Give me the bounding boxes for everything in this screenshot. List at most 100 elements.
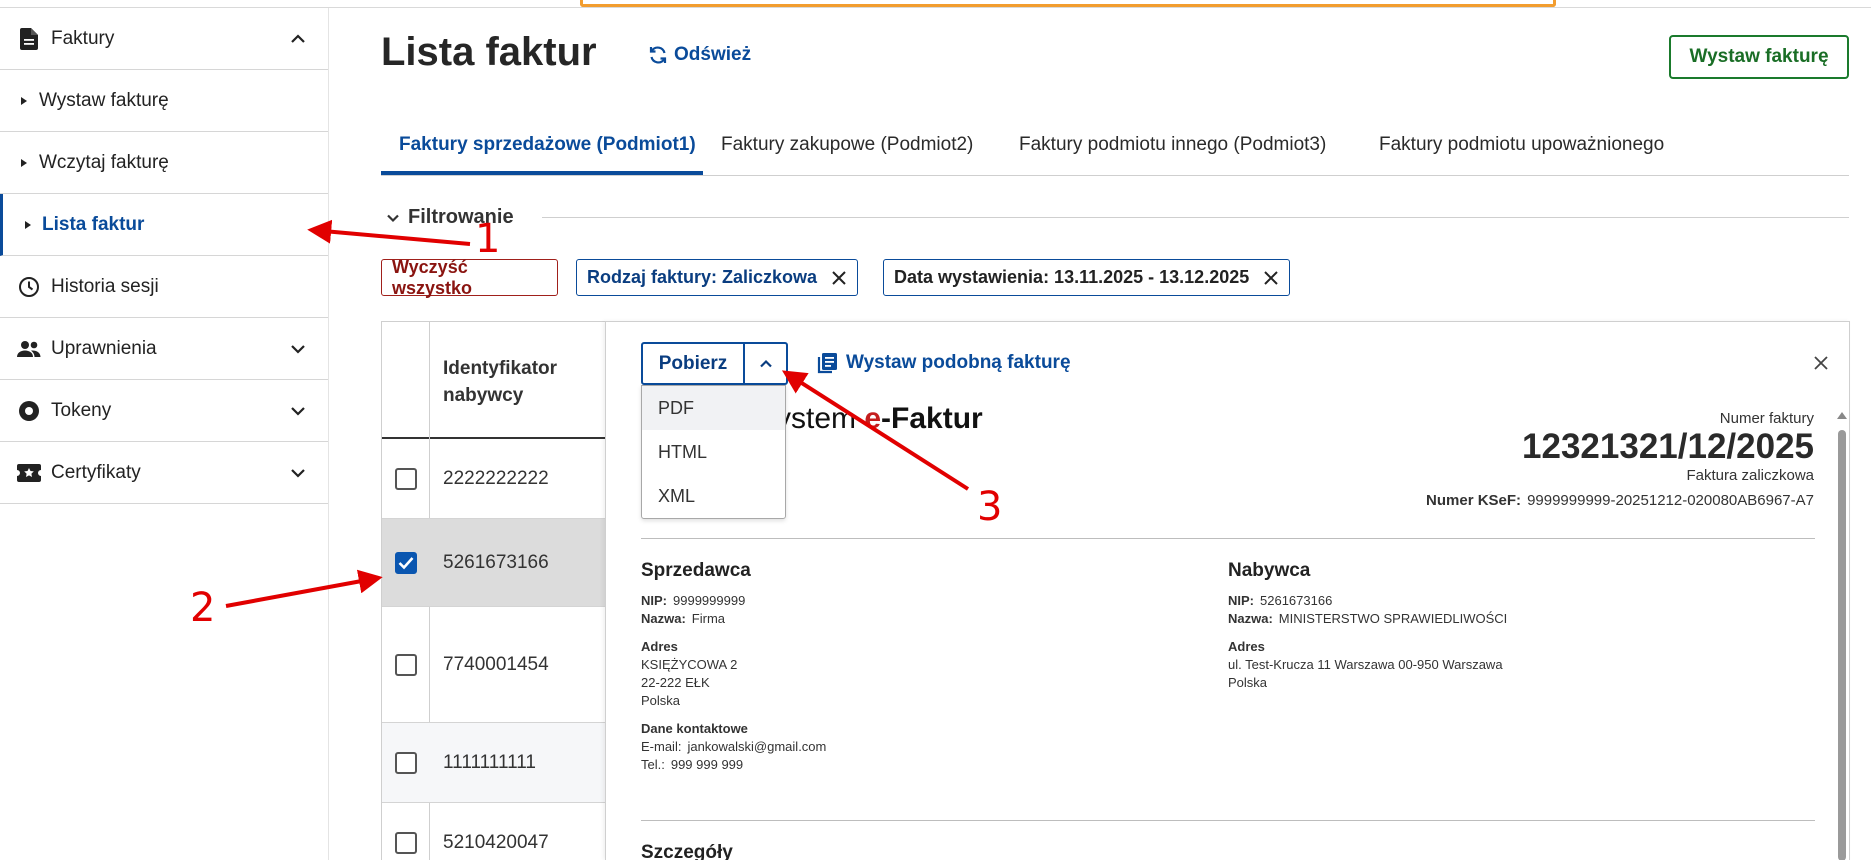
field-label: Nazwa: <box>1228 611 1273 626</box>
sidebar-item-label: Certyfikaty <box>51 461 141 483</box>
ksef-value: 9999999999-20251212-020080AB6967-A7 <box>1527 492 1814 509</box>
table-row[interactable]: 1111111111 <box>382 723 612 803</box>
address-line: 22-222 EŁK <box>641 675 710 690</box>
annotation-label-1: 1 <box>475 216 501 262</box>
close-icon[interactable] <box>1263 270 1279 286</box>
field-value: Firma <box>691 611 726 626</box>
issue-similar-invoice-link[interactable]: Wystaw podobną fakturę <box>816 352 1071 374</box>
address-line: Polska <box>1228 675 1268 690</box>
logo-text: ystem <box>776 402 865 435</box>
ksef-number: Numer KSeF: 9999999999-20251212-020080AB6… <box>1426 492 1814 509</box>
sidebar: Faktury Wystaw fakturę Wczytaj fakturę L… <box>0 8 329 860</box>
tab-sales[interactable]: Faktury sprzedażowe (Podmiot1) <box>399 134 696 156</box>
document-icon <box>17 27 41 51</box>
sidebar-item-wystaw-fakture[interactable]: Wystaw fakturę <box>0 70 328 132</box>
users-icon <box>17 337 41 361</box>
sidebar-item-label: Lista faktur <box>42 213 145 235</box>
field-label: Tel.: <box>641 757 665 772</box>
highlight-frame <box>580 0 1556 7</box>
sidebar-item-lista-faktur[interactable]: Lista faktur <box>0 194 328 256</box>
buyer-id-cell: 2222222222 <box>443 467 549 489</box>
download-button[interactable]: Pobierz <box>643 344 745 383</box>
chevron-up-icon <box>291 33 305 43</box>
field-value: 5261673166 <box>1260 593 1333 608</box>
copy-document-icon <box>817 353 837 374</box>
chevron-up-icon <box>759 359 772 367</box>
seller-email: E-mail: jankowalski@gmail.com <box>641 738 826 756</box>
download-format-menu: PDF HTML XML <box>641 385 786 519</box>
address-line: KSIĘŻYCOWA 2 <box>641 657 738 672</box>
menu-item-xml[interactable]: XML <box>642 474 785 518</box>
menu-item-html[interactable]: HTML <box>642 430 785 474</box>
seller-title: Sprzedawca <box>641 560 751 581</box>
caret-right-icon <box>25 220 31 229</box>
address-line: Polska <box>641 693 681 708</box>
table-row[interactable]: 5261673166 <box>382 519 612 607</box>
column-header-buyer-id[interactable]: Identyfikator nabywcy <box>443 355 557 409</box>
refresh-icon <box>649 46 667 64</box>
buyer-section: Nabywca NIP: 5261673166 Nazwa: MINISTERSTW… <box>1228 560 1507 692</box>
seller-nip: NIP: 9999999999 <box>641 592 826 610</box>
buyer-title: Nabywca <box>1228 560 1311 581</box>
row-checkbox[interactable] <box>395 551 417 574</box>
download-menu-toggle[interactable] <box>745 344 786 383</box>
sidebar-item-label: Tokeny <box>51 399 112 421</box>
row-checkbox[interactable] <box>395 832 417 854</box>
close-icon[interactable] <box>1813 355 1829 371</box>
sidebar-item-wczytaj-fakture[interactable]: Wczytaj fakturę <box>0 132 328 194</box>
invoice-meta: Numer faktury 12321321/12/2025 Faktura z… <box>1426 410 1814 509</box>
table-row[interactable]: 5210420047 <box>382 803 612 860</box>
issue-invoice-button[interactable]: Wystaw fakturę <box>1669 35 1849 79</box>
filter-chip-issue-date[interactable]: Data wystawienia: 13.11.2025 - 13.12.202… <box>883 259 1291 296</box>
certificate-icon <box>17 461 41 485</box>
field-value: 9999999999 <box>673 593 746 608</box>
buyer-id-cell: 1111111111 <box>443 751 536 773</box>
buyer-id-cell: 5210420047 <box>443 832 549 853</box>
sidebar-item-certyfikaty[interactable]: Certyfikaty <box>0 442 328 504</box>
tab-purchase[interactable]: Faktury zakupowe (Podmiot2) <box>721 134 973 156</box>
column-header-line: Identyfikator <box>443 358 558 379</box>
annotation-arrow-1 <box>307 219 471 246</box>
row-checkbox[interactable] <box>395 467 417 490</box>
scroll-up-arrow-icon[interactable] <box>1837 412 1847 419</box>
sidebar-item-historia-sesji[interactable]: Historia sesji <box>0 256 328 318</box>
filter-chip-invoice-type[interactable]: Rodzaj faktury: Zaliczkowa <box>576 259 859 296</box>
menu-item-pdf[interactable]: PDF <box>642 386 785 430</box>
field-value: jankowalski@gmail.com <box>687 739 827 754</box>
table-row[interactable]: 7740001454 <box>382 607 612 723</box>
tab-other-entity[interactable]: Faktury podmiotu innego (Podmiot3) <box>1019 134 1326 156</box>
field-label: NIP: <box>1228 593 1254 608</box>
seller-contact-label: Dane kontaktowe <box>641 721 748 736</box>
row-checkbox[interactable] <box>395 653 417 676</box>
close-icon[interactable] <box>831 270 847 286</box>
sidebar-item-uprawnienia[interactable]: Uprawnienia <box>0 318 328 380</box>
tab-authorized-entity[interactable]: Faktury podmiotu upoważnionego <box>1379 134 1664 156</box>
ksef-label: Numer KSeF: <box>1426 492 1522 509</box>
row-checkbox[interactable] <box>395 751 417 774</box>
buyer-id-cell: 7740001454 <box>443 653 549 675</box>
scroll-thumb[interactable] <box>1838 430 1846 860</box>
seller-section: Sprzedawca NIP: 9999999999 Nazwa: Firma Ad… <box>641 560 826 774</box>
sidebar-item-faktury[interactable]: Faktury <box>0 8 328 70</box>
sidebar-item-tokeny[interactable]: Tokeny <box>0 380 328 442</box>
caret-right-icon <box>21 158 27 167</box>
sidebar-item-label: Faktury <box>51 27 115 49</box>
invoice-number: 12321321/12/2025 <box>1522 427 1814 466</box>
sidebar-item-label: Uprawnienia <box>51 337 157 359</box>
field-value: 999 999 999 <box>670 757 744 772</box>
preview-scrollbar[interactable] <box>1835 412 1849 860</box>
sidebar-item-label: Wystaw fakturę <box>39 89 169 111</box>
check-icon <box>398 556 414 569</box>
caret-right-icon <box>21 96 27 105</box>
clear-filters-button[interactable]: Wyczyść wszystko <box>381 257 558 298</box>
invoice-preview-panel: Pobierz PDF HTML XML Wystaw podobną fakt… <box>605 321 1850 860</box>
table-row[interactable]: 2222222222 <box>382 439 612 519</box>
annotation-label-3: 3 <box>977 484 1003 530</box>
invoice-number-label: Numer faktury <box>1719 410 1814 427</box>
refresh-button[interactable]: Odśwież <box>648 44 751 66</box>
logo-text-accent: e <box>864 402 882 435</box>
system-logo: ystem e-Faktur <box>776 402 983 436</box>
chevron-down-icon <box>291 406 305 416</box>
seller-name: Nazwa: Firma <box>641 610 826 628</box>
column-header-line: nabywcy <box>443 385 524 406</box>
